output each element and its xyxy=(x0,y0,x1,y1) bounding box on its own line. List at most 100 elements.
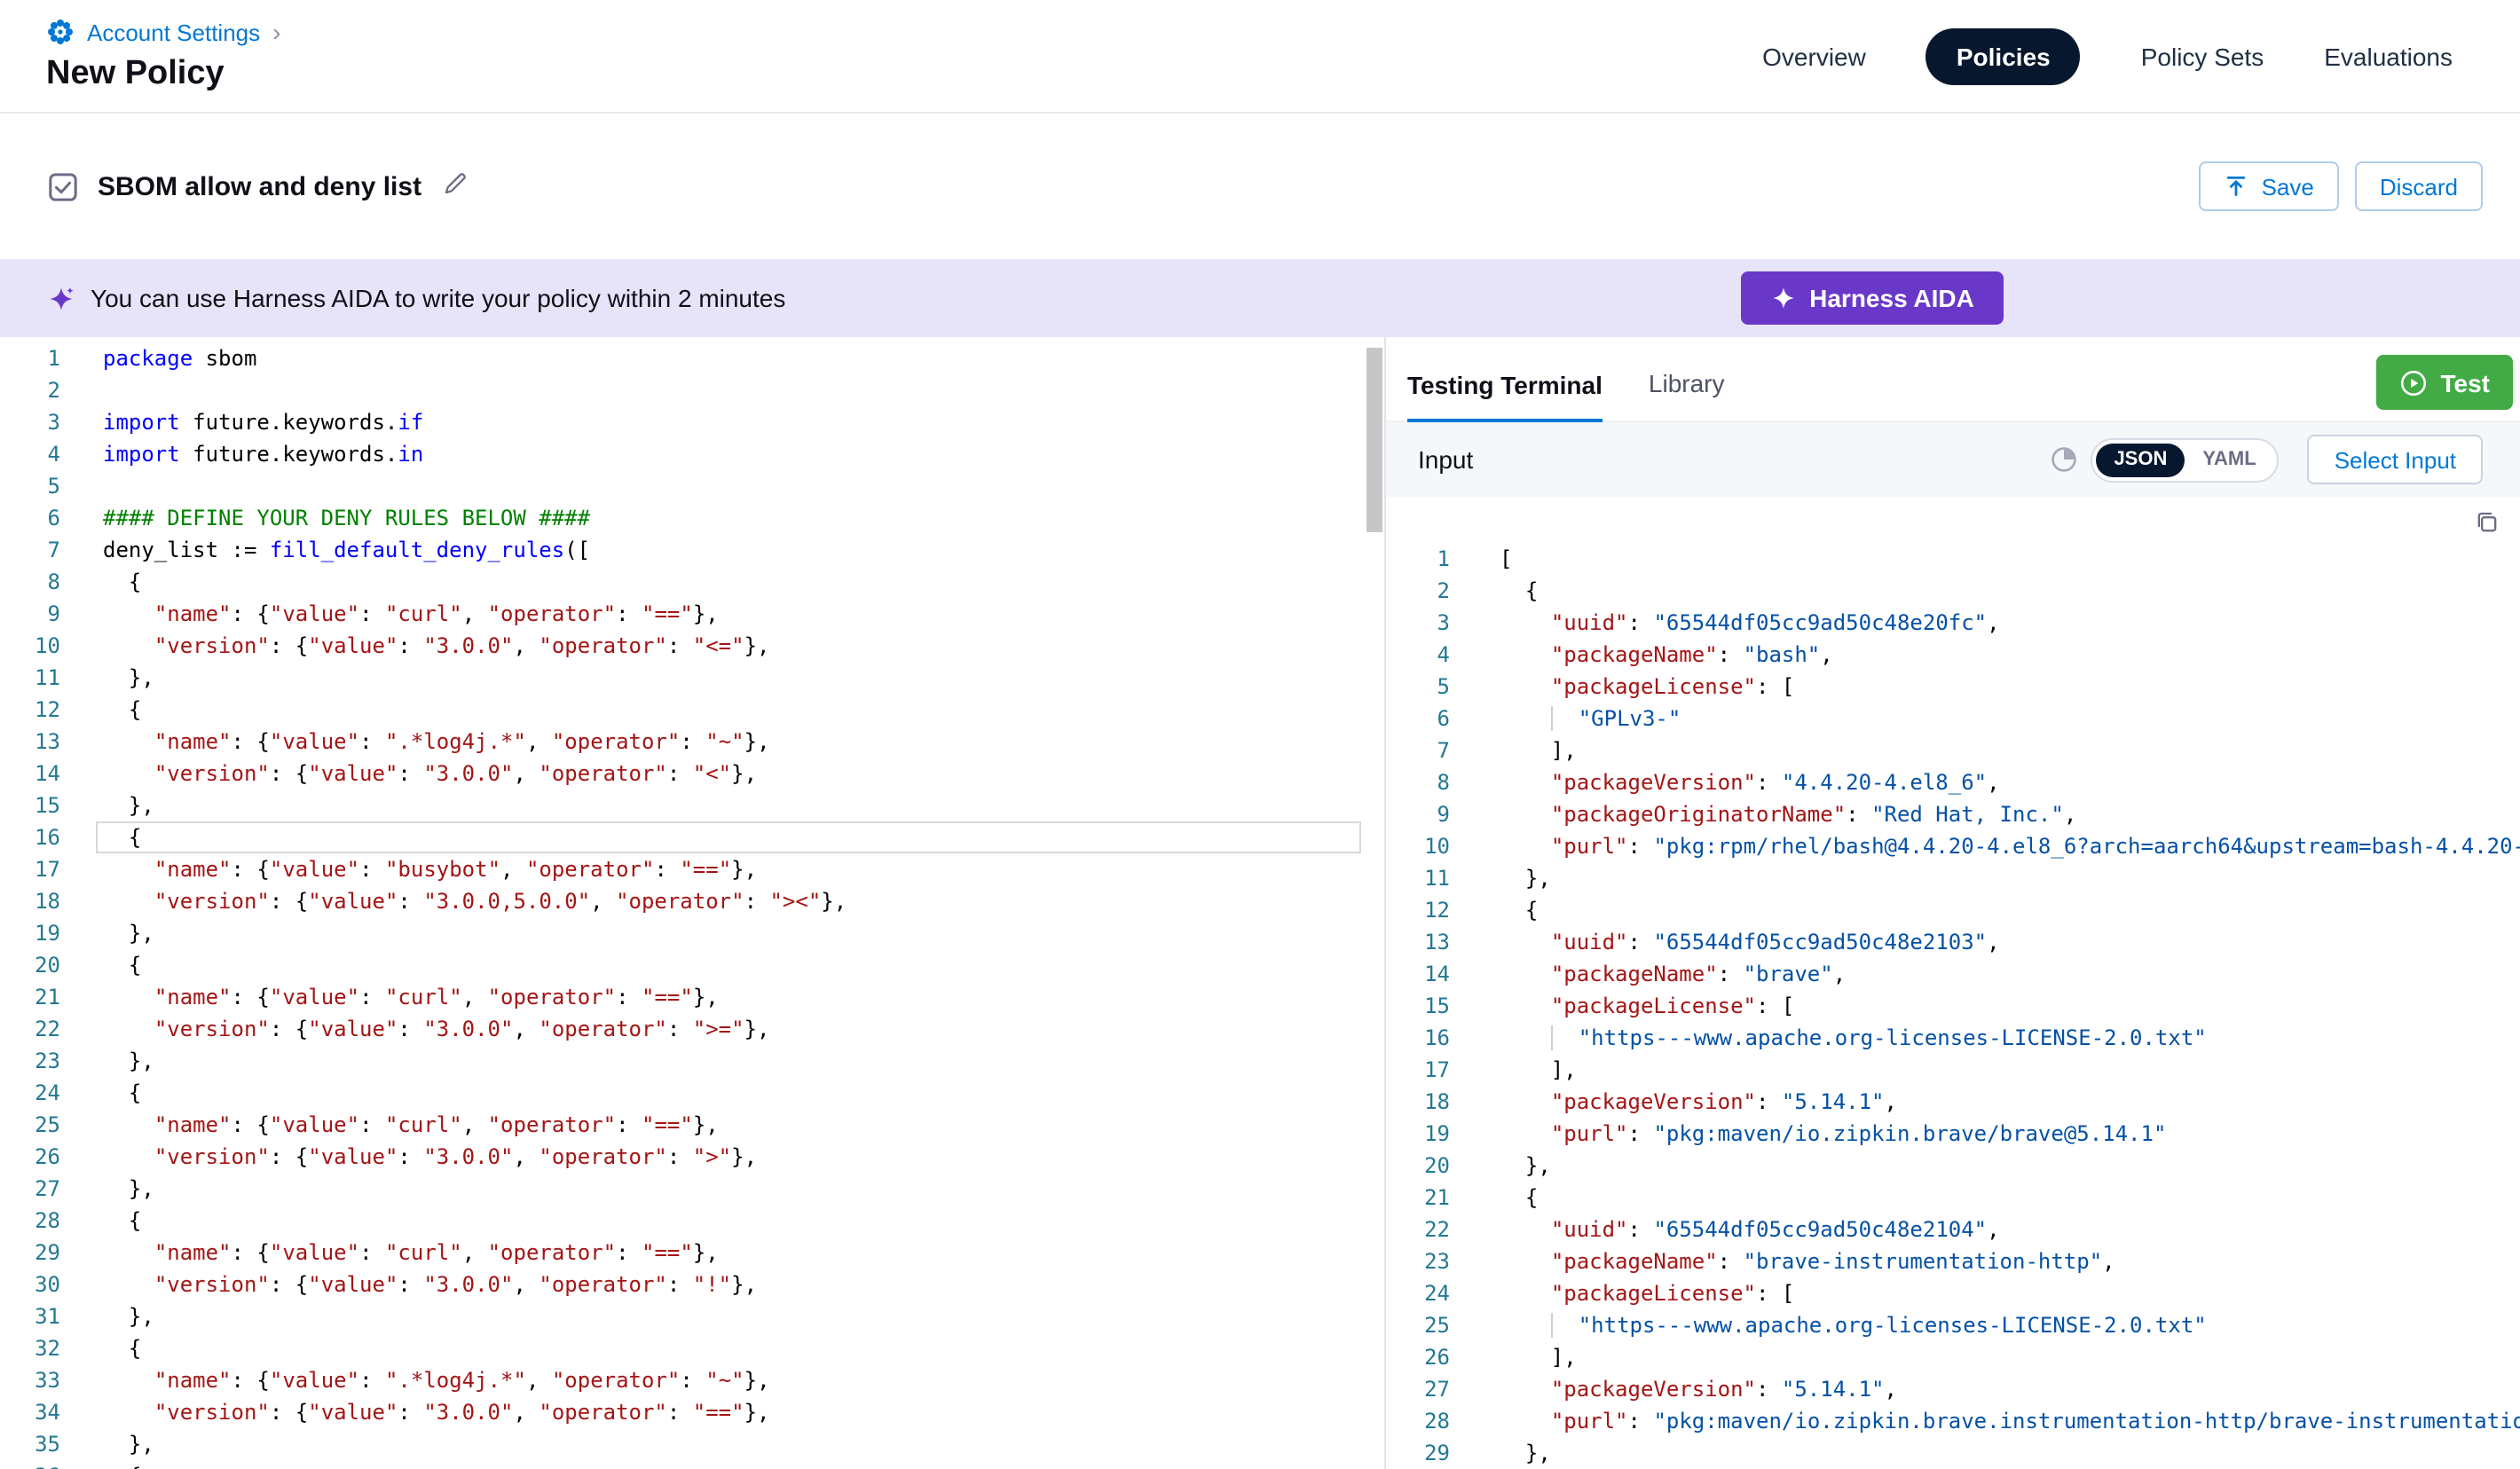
editor-line[interactable]: 31 }, xyxy=(0,1300,1384,1332)
editor-line[interactable]: 3import future.keywords.if xyxy=(0,406,1384,438)
code-token: }, xyxy=(731,857,757,882)
editor-line[interactable]: 12 { xyxy=(0,694,1384,726)
editor-line[interactable]: 7 ], xyxy=(1386,734,2520,766)
tab-overview[interactable]: Overview xyxy=(1762,42,1866,70)
code-token: "operator" xyxy=(552,729,681,754)
editor-line[interactable]: 14 "version": {"value": "3.0.0", "operat… xyxy=(0,758,1384,789)
code-token: , xyxy=(1987,930,1999,954)
editor-line[interactable]: 16 { xyxy=(0,821,1384,853)
toggle-json[interactable]: JSON xyxy=(2096,443,2185,476)
editor-line[interactable]: 23 }, xyxy=(0,1045,1384,1077)
discard-button[interactable]: Discard xyxy=(2355,161,2483,211)
editor-line[interactable]: 21 { xyxy=(1386,1182,2520,1214)
editor-line[interactable]: 4 "packageName": "bash", xyxy=(1386,639,2520,671)
code-token: if xyxy=(398,410,423,435)
code-token: "5.14.1" xyxy=(1782,1089,1885,1114)
harness-aida-button[interactable]: Harness AIDA xyxy=(1741,271,2004,325)
editor-line[interactable]: 5 "packageLicense": [ xyxy=(1386,671,2520,703)
editor-line[interactable]: 11 }, xyxy=(1386,862,2520,894)
editor-line[interactable]: 20 { xyxy=(0,949,1384,981)
editor-line[interactable]: 4import future.keywords.in xyxy=(0,438,1384,470)
code-token: : xyxy=(654,857,680,882)
tab-library[interactable]: Library xyxy=(1649,369,1725,420)
editor-line[interactable]: 2 xyxy=(0,374,1384,406)
policy-code-editor[interactable]: 1package sbom23import future.keywords.if… xyxy=(0,337,1384,1469)
editor-line[interactable]: 2 { xyxy=(1386,575,2520,607)
editor-line[interactable]: 24 { xyxy=(0,1077,1384,1109)
editor-line[interactable]: 15 "packageLicense": [ xyxy=(1386,990,2520,1022)
editor-line[interactable]: 22 "version": {"value": "3.0.0", "operat… xyxy=(0,1013,1384,1045)
editor-line[interactable]: 35 }, xyxy=(0,1428,1384,1460)
code-token: "name" xyxy=(154,985,232,1009)
editor-line[interactable]: 5 xyxy=(0,470,1384,502)
editor-line[interactable]: 30 "version": {"value": "3.0.0", "operat… xyxy=(0,1269,1384,1300)
editor-line[interactable]: 34 "version": {"value": "3.0.0", "operat… xyxy=(0,1396,1384,1428)
editor-line[interactable]: 13 "name": {"value": ".*log4j.*", "opera… xyxy=(0,726,1384,758)
code-token xyxy=(1500,610,1551,635)
tab-policy-sets[interactable]: Policy Sets xyxy=(2141,42,2264,70)
editor-line[interactable]: 9 "packageOriginatorName": "Red Hat, Inc… xyxy=(1386,798,2520,830)
editor-line[interactable]: 27 }, xyxy=(0,1173,1384,1205)
editor-line[interactable]: 25 "https---www.apache.org-licenses-LICE… xyxy=(1386,1309,2520,1341)
editor-line[interactable]: 17 "name": {"value": "busybot", "operato… xyxy=(0,853,1384,885)
editor-line[interactable]: 10 "version": {"value": "3.0.0", "operat… xyxy=(0,630,1384,662)
editor-line[interactable]: 29 "name": {"value": "curl", "operator":… xyxy=(0,1237,1384,1269)
editor-line[interactable]: 1package sbom xyxy=(0,342,1384,374)
toggle-yaml[interactable]: YAML xyxy=(2185,443,2273,476)
editor-line[interactable]: 29 }, xyxy=(1386,1437,2520,1469)
editor-line[interactable]: 16 "https---www.apache.org-licenses-LICE… xyxy=(1386,1022,2520,1054)
code-token: "operator" xyxy=(552,1368,681,1393)
code-token xyxy=(1500,834,1551,859)
editor-line[interactable]: 24 "packageLicense": [ xyxy=(1386,1277,2520,1309)
copy-icon[interactable] xyxy=(2474,509,2500,536)
editor-line[interactable]: 23 "packageName": "brave-instrumentation… xyxy=(1386,1245,2520,1277)
editor-line[interactable]: 33 "name": {"value": ".*log4j.*", "opera… xyxy=(0,1364,1384,1396)
editor-line[interactable]: 26 ], xyxy=(1386,1341,2520,1373)
editor-line[interactable]: 13 "uuid": "65544df05cc9ad50c48e2103", xyxy=(1386,926,2520,958)
code-token: , xyxy=(462,985,488,1009)
tab-evaluations[interactable]: Evaluations xyxy=(2324,42,2453,70)
edit-policy-name-button[interactable] xyxy=(441,170,468,202)
editor-line[interactable]: 27 "packageVersion": "5.14.1", xyxy=(1386,1373,2520,1405)
editor-line[interactable]: 25 "name": {"value": "curl", "operator":… xyxy=(0,1109,1384,1141)
editor-line[interactable]: 22 "uuid": "65544df05cc9ad50c48e2104", xyxy=(1386,1214,2520,1245)
tab-policies[interactable]: Policies xyxy=(1926,27,2081,84)
editor-line[interactable]: 19 "purl": "pkg:maven/io.zipkin.brave/br… xyxy=(1386,1118,2520,1150)
editor-line[interactable]: 8 { xyxy=(0,566,1384,598)
editor-line[interactable]: 28 "purl": "pkg:maven/io.zipkin.brave.in… xyxy=(1386,1405,2520,1437)
test-button[interactable]: Test xyxy=(2377,355,2514,410)
editor-line[interactable]: 11 }, xyxy=(0,662,1384,694)
editor-line[interactable]: 8 "packageVersion": "4.4.20-4.el8_6", xyxy=(1386,766,2520,798)
editor-line[interactable]: 14 "packageName": "brave", xyxy=(1386,958,2520,990)
test-input-editor[interactable]: 1[2 {3 "uuid": "65544df05cc9ad50c48e20fc… xyxy=(1386,497,2520,1469)
editor-line[interactable]: 6#### DEFINE YOUR DENY RULES BELOW #### xyxy=(0,502,1384,534)
tab-testing-terminal[interactable]: Testing Terminal xyxy=(1407,371,1603,422)
editor-line[interactable]: 18 "version": {"value": "3.0.0,5.0.0", "… xyxy=(0,885,1384,917)
editor-line[interactable]: 21 "name": {"value": "curl", "operator":… xyxy=(0,981,1384,1013)
editor-line[interactable]: 15 }, xyxy=(0,789,1384,821)
editor-line[interactable]: 36 { xyxy=(0,1460,1384,1469)
breadcrumb-account-settings[interactable]: Account Settings xyxy=(87,19,260,45)
editor-line[interactable]: 26 "version": {"value": "3.0.0", "operat… xyxy=(0,1141,1384,1173)
editor-line[interactable]: 7deny_list := fill_default_deny_rules([ xyxy=(0,534,1384,566)
pie-chart-icon[interactable] xyxy=(2050,445,2078,474)
editor-line[interactable]: 12 { xyxy=(1386,894,2520,926)
save-button[interactable]: Save xyxy=(2200,161,2339,211)
editor-line[interactable]: 18 "packageVersion": "5.14.1", xyxy=(1386,1086,2520,1118)
editor-line[interactable]: 32 { xyxy=(0,1332,1384,1364)
code-token xyxy=(103,1272,154,1297)
select-input-button[interactable]: Select Input xyxy=(2308,435,2483,484)
editor-line[interactable]: 17 ], xyxy=(1386,1054,2520,1086)
code-token: }, xyxy=(103,1304,154,1329)
editor-line[interactable]: 28 { xyxy=(0,1205,1384,1237)
editor-line[interactable]: 1[ xyxy=(1386,543,2520,575)
editor-line[interactable]: 3 "uuid": "65544df05cc9ad50c48e20fc", xyxy=(1386,607,2520,639)
editor-line[interactable]: 10 "purl": "pkg:rpm/rhel/bash@4.4.20-4.e… xyxy=(1386,830,2520,862)
code-token xyxy=(1500,802,1551,827)
editor-scrollbar-thumb[interactable] xyxy=(1366,348,1382,532)
editor-line[interactable]: 6 "GPLv3-" xyxy=(1386,703,2520,734)
editor-line[interactable]: 19 }, xyxy=(0,917,1384,949)
line-code: }, xyxy=(103,1173,154,1205)
editor-line[interactable]: 20 }, xyxy=(1386,1150,2520,1182)
editor-line[interactable]: 9 "name": {"value": "curl", "operator": … xyxy=(0,598,1384,630)
